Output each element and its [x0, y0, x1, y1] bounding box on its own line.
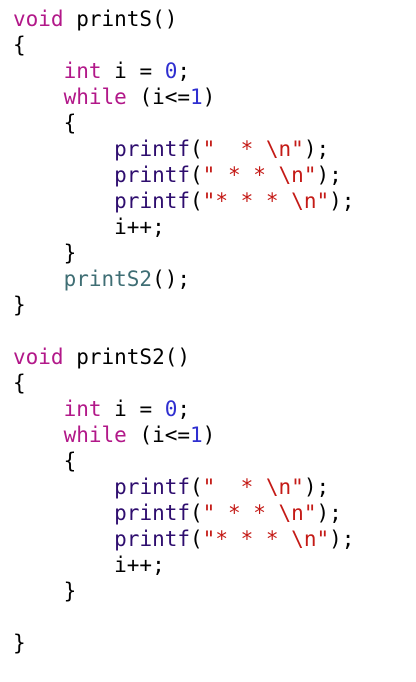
code-line: i++; — [13, 552, 413, 578]
code-token-str: " * \n" — [202, 137, 304, 161]
code-token-plain: (i<= — [126, 85, 191, 109]
code-token-str: " * * \n" — [202, 501, 317, 525]
code-token-plain: i = — [101, 59, 165, 83]
code-token-plain: ) — [202, 85, 216, 109]
code-token-str: "* * * \n" — [202, 527, 330, 551]
code-token-plain: } — [13, 241, 77, 265]
code-token-fn: printf — [114, 475, 191, 499]
code-line: while (i<=1) — [13, 84, 413, 110]
code-token-fn: printf — [114, 527, 191, 551]
code-token-type: int — [63, 397, 102, 421]
code-token-plain: ) — [202, 423, 216, 447]
code-token-plain: ; — [177, 397, 191, 421]
code-token-str: " * \n" — [202, 475, 304, 499]
code-token-plain: ( — [190, 189, 203, 213]
code-token-plain: ( — [190, 163, 203, 187]
code-token-fn: printf — [114, 501, 191, 525]
code-token-plain: printS2() — [63, 345, 191, 369]
code-token-str: "* * * \n" — [202, 189, 330, 213]
code-line: } — [13, 292, 413, 318]
code-line: printf(" * * \n"); — [13, 162, 413, 188]
code-line: } — [13, 630, 413, 656]
code-token-plain: ); — [329, 527, 355, 551]
code-token-plain: } — [13, 293, 26, 317]
code-token-fn-user: printS2 — [63, 267, 153, 291]
code-token-num: 1 — [190, 423, 203, 447]
code-token-fn: printf — [114, 137, 191, 161]
code-token-plain: ); — [316, 163, 342, 187]
code-token-plain: ( — [190, 475, 203, 499]
code-token-plain: } — [13, 579, 77, 603]
code-token-num: 0 — [164, 59, 178, 83]
code-token-plain: i++; — [13, 553, 165, 577]
code-line: { — [13, 370, 413, 396]
code-line: { — [13, 448, 413, 474]
code-token-kw: while — [63, 85, 127, 109]
code-line: { — [13, 110, 413, 136]
code-line: printf(" * * \n"); — [13, 500, 413, 526]
code-token-kw: void — [13, 7, 64, 31]
code-token-plain: (i<= — [126, 423, 191, 447]
code-token-plain: ; — [177, 59, 191, 83]
code-line: int i = 0; — [13, 58, 413, 84]
code-line: void printS() — [13, 6, 413, 32]
code-token-fn: printf — [114, 163, 191, 187]
code-token-plain: i++; — [13, 215, 165, 239]
code-token-plain: { — [13, 449, 77, 473]
code-token-str: " * * \n" — [202, 163, 317, 187]
code-token-type: int — [63, 59, 102, 83]
code-token-plain: { — [13, 371, 26, 395]
code-line: void printS2() — [13, 344, 413, 370]
code-token-num: 1 — [190, 85, 203, 109]
code-line: printf("* * * \n"); — [13, 188, 413, 214]
code-line: } — [13, 578, 413, 604]
code-line: i++; — [13, 214, 413, 240]
code-line: ​ — [13, 318, 413, 344]
code-token-kw: void — [13, 345, 64, 369]
code-token-plain: ); — [329, 189, 355, 213]
code-token-plain: i = — [101, 397, 165, 421]
code-line: } — [13, 240, 413, 266]
code-token-plain: { — [13, 33, 26, 57]
code-token-plain: ); — [316, 501, 342, 525]
code-token-plain: { — [13, 111, 77, 135]
code-token-kw: while — [63, 423, 127, 447]
code-token-num: 0 — [164, 397, 178, 421]
code-line: { — [13, 32, 413, 58]
code-token-plain: ( — [190, 501, 203, 525]
code-token-plain: ); — [303, 475, 330, 499]
code-line: ​ — [13, 604, 413, 630]
code-line: printf(" * \n"); — [13, 474, 413, 500]
code-token-plain: (); — [152, 267, 191, 291]
code-token-plain: ); — [303, 137, 330, 161]
code-line: int i = 0; — [13, 396, 413, 422]
code-token-plain: printS() — [63, 7, 178, 31]
code-editor[interactable]: void printS(){ int i = 0; while (i<=1) {… — [13, 6, 413, 656]
code-token-plain: ( — [190, 137, 203, 161]
code-token-plain: ( — [190, 527, 203, 551]
code-line: printf(" * \n"); — [13, 136, 413, 162]
code-token-fn: printf — [114, 189, 191, 213]
code-line: while (i<=1) — [13, 422, 413, 448]
code-line: printf("* * * \n"); — [13, 526, 413, 552]
code-line: printS2(); — [13, 266, 413, 292]
code-token-plain: } — [13, 631, 26, 655]
